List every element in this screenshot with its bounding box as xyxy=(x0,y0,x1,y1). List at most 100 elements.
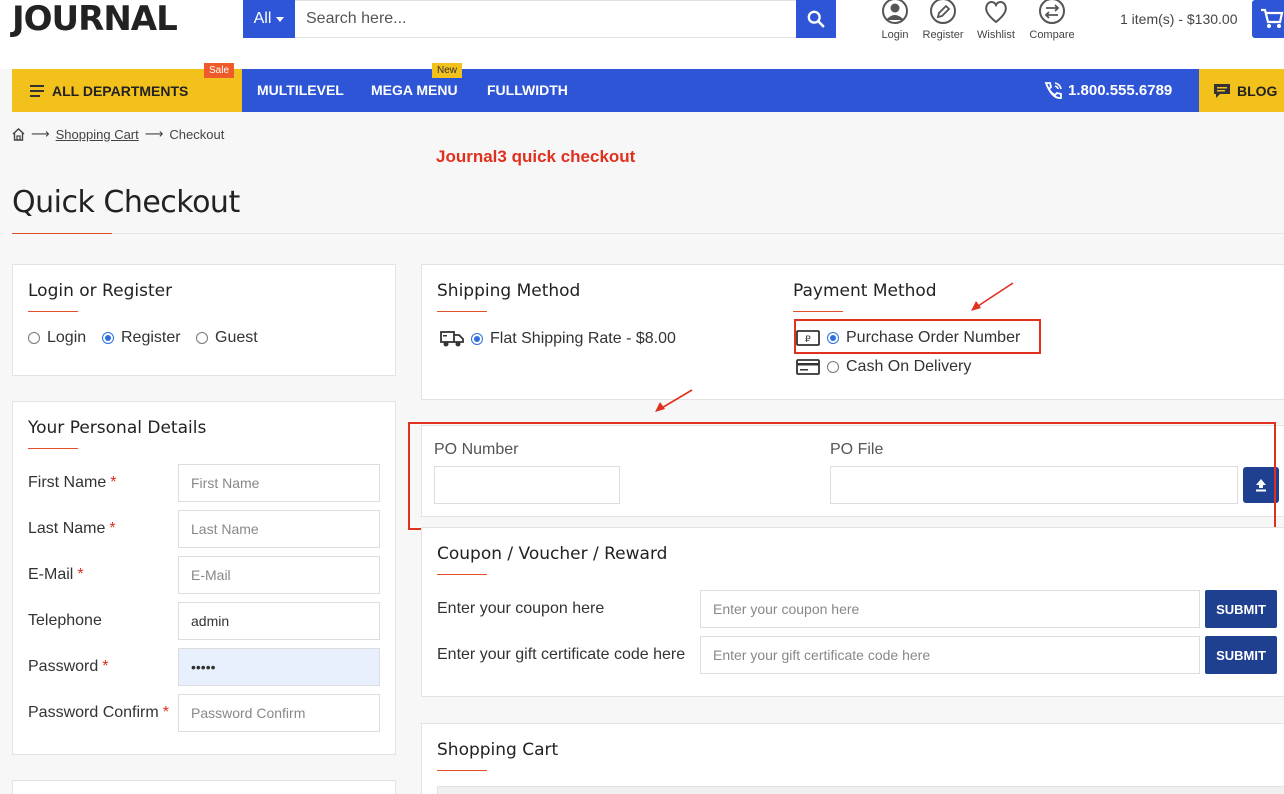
annotation-title: Journal3 quick checkout xyxy=(436,147,636,166)
heart-icon xyxy=(985,1,1007,24)
blog-link[interactable]: BLOG xyxy=(1199,69,1284,112)
user-icon xyxy=(882,0,908,24)
breadcrumb-separator-icon: ⟶ xyxy=(144,126,164,141)
next-panel xyxy=(12,780,396,794)
telephone-input[interactable] xyxy=(178,602,380,640)
login-register-panel: Login or Register Login Register Guest xyxy=(12,264,396,376)
personal-details-panel: Your Personal Details First Name* Last N… xyxy=(12,401,396,755)
shopping-cart-panel: Shopping Cart xyxy=(421,723,1284,794)
cart-summary[interactable]: 1 item(s) - $130.00 xyxy=(1120,11,1238,27)
cash-on-delivery-option[interactable]: Cash On Delivery xyxy=(796,358,971,376)
password-confirm-label: Password Confirm * xyxy=(28,704,169,721)
register-radio[interactable] xyxy=(102,332,114,344)
section-underline xyxy=(437,311,487,312)
new-badge: New xyxy=(432,63,463,78)
truck-icon xyxy=(440,331,464,347)
nav-multilevel[interactable]: MULTILEVEL xyxy=(257,69,344,112)
annotation-arrow-icon xyxy=(655,389,693,412)
coupon-input[interactable] xyxy=(700,590,1200,628)
title-divider xyxy=(12,233,1284,234)
compare-icon xyxy=(1039,0,1065,24)
cart-button[interactable] xyxy=(1252,0,1284,38)
shipping-method-title: Shipping Method xyxy=(437,281,581,301)
annotation-arrow-icon xyxy=(971,282,1014,311)
register-option[interactable]: Register xyxy=(102,329,181,347)
breadcrumb-checkout: Checkout xyxy=(169,126,225,142)
gift-certificate-label: Enter your gift certificate code here xyxy=(437,646,686,663)
menu-icon xyxy=(30,84,44,97)
cash-on-delivery-radio[interactable] xyxy=(827,361,839,373)
coupon-panel: Coupon / Voucher / Reward Enter your cou… xyxy=(421,527,1284,697)
caret-down-icon xyxy=(276,16,285,22)
guest-option-label: Guest xyxy=(215,329,258,346)
main-nav: ALL DEPARTMENTS Sale MULTILEVEL MEGA MEN… xyxy=(12,63,1284,112)
header: JOURNAL All Login Register Wishlist Comp… xyxy=(0,0,1284,69)
guest-radio[interactable] xyxy=(196,332,208,344)
section-underline xyxy=(437,770,487,771)
first-name-input[interactable] xyxy=(178,464,380,502)
coupon-title: Coupon / Voucher / Reward xyxy=(437,544,668,564)
wishlist-label: Wishlist xyxy=(977,29,1015,41)
shopping-cart-title: Shopping Cart xyxy=(437,740,559,760)
guest-option[interactable]: Guest xyxy=(196,329,258,347)
breadcrumb-separator-icon: ⟶ xyxy=(31,126,50,141)
nav-fullwidth[interactable]: FULLWIDTH xyxy=(487,69,568,112)
breadcrumb-shopping-cart[interactable]: Shopping Cart xyxy=(56,127,139,142)
annotation-highlight-box xyxy=(794,319,1041,354)
personal-details-title: Your Personal Details xyxy=(28,418,207,438)
wishlist-link[interactable]: Wishlist xyxy=(966,0,1026,41)
login-radio[interactable] xyxy=(28,332,40,344)
compare-link[interactable]: Compare xyxy=(1022,0,1082,41)
blog-label: BLOG xyxy=(1237,82,1278,99)
section-underline xyxy=(793,311,843,312)
register-option-label: Register xyxy=(121,329,181,346)
sale-badge: Sale xyxy=(204,63,235,78)
last-name-label: Last Name * xyxy=(28,520,116,537)
all-departments-label: ALL DEPARTMENTS xyxy=(52,82,189,99)
flat-shipping-radio[interactable] xyxy=(471,333,483,345)
email-input[interactable] xyxy=(178,556,380,594)
cart-table-header xyxy=(437,786,1284,794)
search-category-dropdown[interactable]: All xyxy=(243,0,295,38)
pencil-icon xyxy=(930,0,956,24)
login-option[interactable]: Login xyxy=(28,329,86,347)
gift-certificate-submit-button[interactable]: SUBMIT xyxy=(1205,636,1277,674)
coupon-submit-button[interactable]: SUBMIT xyxy=(1205,590,1277,628)
payment-method-title: Payment Method xyxy=(793,281,937,301)
credit-card-icon xyxy=(796,359,820,375)
phone-number: 1.800.555.6789 xyxy=(1068,82,1173,99)
login-option-label: Login xyxy=(47,329,87,346)
home-icon[interactable] xyxy=(12,127,25,141)
register-link[interactable]: Register xyxy=(913,0,973,41)
phone-icon xyxy=(1044,81,1062,99)
chat-icon xyxy=(1214,83,1230,98)
coupon-label: Enter your coupon here xyxy=(437,600,605,617)
gift-certificate-input[interactable] xyxy=(700,636,1200,674)
email-label: E-Mail * xyxy=(28,566,84,583)
register-label: Register xyxy=(922,29,964,41)
section-underline xyxy=(28,448,78,449)
flat-shipping-label: Flat Shipping Rate - $8.00 xyxy=(490,330,676,347)
cart-icon xyxy=(1261,8,1284,28)
annotation-highlight-box xyxy=(408,422,1276,530)
breadcrumb: ⟶ Shopping Cart ⟶ Checkout xyxy=(12,126,224,142)
search-icon xyxy=(807,10,825,28)
login-register-title: Login or Register xyxy=(28,281,173,301)
flat-shipping-option[interactable]: Flat Shipping Rate - $8.00 xyxy=(440,329,676,349)
page-title: Quick Checkout xyxy=(12,185,240,220)
search-button[interactable] xyxy=(796,0,836,38)
last-name-input[interactable] xyxy=(178,510,380,548)
password-input[interactable] xyxy=(178,648,380,686)
cash-on-delivery-label: Cash On Delivery xyxy=(846,358,972,375)
section-underline xyxy=(437,574,487,575)
password-confirm-input[interactable] xyxy=(178,694,380,732)
telephone-label: Telephone xyxy=(28,612,102,629)
phone-link[interactable]: 1.800.555.6789 xyxy=(1042,69,1172,112)
search-category-label: All xyxy=(253,10,272,27)
password-label: Password * xyxy=(28,658,109,675)
section-underline xyxy=(28,311,78,312)
search-input[interactable] xyxy=(295,0,796,38)
search-bar: All xyxy=(243,0,836,38)
compare-label: Compare xyxy=(1029,29,1075,41)
logo[interactable]: JOURNAL xyxy=(12,0,178,38)
